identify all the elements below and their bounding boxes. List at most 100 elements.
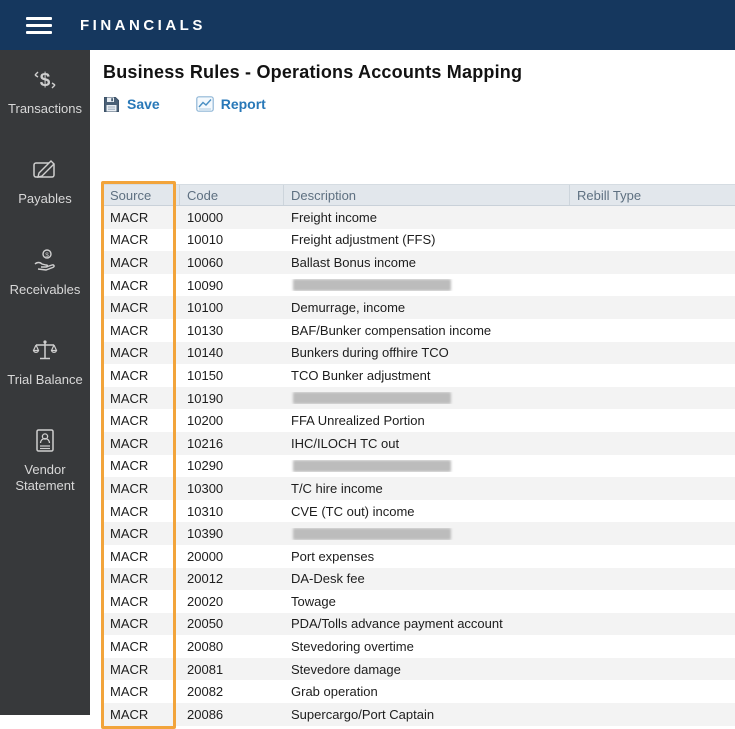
cell-source: MACR	[110, 548, 149, 564]
table-row[interactable]: MACR 10060 Ballast Bonus income	[103, 251, 735, 274]
sidebar-item-label: Transactions	[8, 101, 82, 116]
cell-description: Bunkers during offhire TCO	[291, 345, 449, 361]
transactions-dollar-icon: $	[30, 65, 60, 95]
table-row[interactable]: MACR 10100 Demurrage, income	[103, 296, 735, 319]
sidebar-nav: $ Transactions Payables $ Receivables Tr…	[0, 50, 90, 715]
redacted-value	[293, 459, 451, 472]
cell-source: MACR	[110, 526, 149, 542]
cell-source: MACR	[110, 571, 149, 587]
table-row[interactable]: MACR 20012 DA-Desk fee	[103, 567, 735, 591]
cell-description	[284, 527, 570, 540]
table-row[interactable]: MACR 20000 Port expenses	[103, 544, 735, 568]
accounts-mapping-table: Source Code Description Rebill Type MACR…	[101, 181, 735, 729]
cell-code: 10190	[187, 390, 224, 406]
table-row[interactable]: MACR 20050 PDA/Tolls advance payment acc…	[103, 612, 735, 636]
sidebar-item-payables[interactable]: Payables	[2, 155, 88, 207]
table-row[interactable]: MACR 20081 Stevedore damage	[103, 657, 735, 681]
sidebar-item-label: Receivables	[9, 281, 81, 297]
cell-source: MACR	[110, 706, 149, 722]
sidebar-item-transactions[interactable]: $ Transactions	[2, 65, 88, 117]
cell-description: Ballast Bonus income	[291, 254, 417, 270]
redacted-value	[293, 279, 451, 292]
cell-source: MACR	[110, 232, 149, 248]
cell-source: MACR	[110, 684, 149, 700]
cell-description: BAF/Bunker compensation income	[291, 322, 492, 338]
cell-source: MACR	[110, 413, 149, 429]
table-row[interactable]: MACR 10130 BAF/Bunker compensation incom…	[103, 318, 735, 342]
sidebar-item-trial-balance[interactable]: Trial Balance	[2, 336, 88, 388]
table-row[interactable]: MACR 10140 Bunkers during offhire TCO	[103, 341, 735, 365]
cell-description: DA-Desk fee	[291, 571, 365, 587]
cell-code: 10310	[187, 503, 224, 519]
cell-code: 20020	[187, 593, 224, 609]
cell-description: Supercargo/Port Captain	[291, 706, 435, 722]
cell-description: T/C hire income	[291, 480, 383, 496]
cell-description: Freight adjustment (FFS)	[291, 232, 436, 248]
save-button-label: Save	[127, 96, 160, 112]
save-button[interactable]: Save	[103, 96, 160, 113]
table-row[interactable]: MACR 10300 T/C hire income	[103, 477, 735, 500]
cell-code: 10000	[187, 209, 224, 225]
table-row[interactable]: MACR 10290	[103, 454, 735, 478]
cell-description: CVE (TC out) income	[291, 503, 415, 519]
cell-code: 20082	[187, 684, 224, 700]
cell-description: Port expenses	[291, 548, 375, 564]
sidebar-item-label: Vendor Statement	[15, 462, 75, 494]
cell-description	[284, 459, 570, 472]
column-header-source[interactable]: Source	[103, 185, 180, 205]
column-header-description[interactable]: Description	[284, 185, 570, 205]
cell-source: MACR	[110, 322, 149, 338]
cell-source: MACR	[110, 367, 149, 383]
table-row[interactable]: MACR 10000 Freight income	[103, 206, 735, 229]
cell-description: Demurrage, income	[291, 300, 406, 316]
cell-code: 20081	[187, 661, 224, 677]
main-content: Business Rules - Operations Accounts Map…	[90, 50, 735, 729]
cell-code: 10100	[187, 300, 224, 316]
toolbar: Save Report	[103, 93, 735, 115]
table-header-row: Source Code Description Rebill Type	[103, 184, 735, 206]
menu-hamburger-icon[interactable]	[26, 16, 52, 34]
report-button[interactable]: Report	[195, 96, 266, 112]
table-row[interactable]: MACR 20082 Grab operation	[103, 680, 735, 704]
table-row[interactable]: MACR 10216 IHC/ILOCH TC out	[103, 431, 735, 455]
cell-description: Towage	[291, 593, 336, 609]
cell-code: 10216	[187, 435, 224, 451]
column-header-rebill-type[interactable]: Rebill Type	[570, 185, 735, 205]
cell-source: MACR	[110, 661, 149, 677]
table-row[interactable]: MACR 10010 Freight adjustment (FFS)	[103, 228, 735, 252]
cell-code: 10200	[187, 413, 224, 429]
cell-description: Grab operation	[291, 684, 378, 700]
report-chart-icon	[195, 96, 214, 112]
cell-source: MACR	[110, 458, 149, 474]
cell-source: MACR	[110, 435, 149, 451]
table-row[interactable]: MACR 10390	[103, 522, 735, 545]
sidebar-item-receivables[interactable]: $ Receivables	[2, 246, 88, 298]
cell-description: TCO Bunker adjustment	[291, 367, 431, 383]
cell-source: MACR	[110, 503, 149, 519]
cell-description: Stevedore damage	[291, 661, 401, 677]
table-row[interactable]: MACR 10190	[103, 386, 735, 410]
cell-source: MACR	[110, 390, 149, 406]
cell-source: MACR	[110, 277, 149, 293]
redacted-value	[293, 392, 451, 405]
cell-code: 20000	[187, 548, 224, 564]
cell-description: IHC/ILOCH TC out	[291, 435, 400, 451]
column-header-code[interactable]: Code	[180, 185, 284, 205]
table-row[interactable]: MACR 10310 CVE (TC out) income	[103, 499, 735, 523]
report-button-label: Report	[220, 96, 266, 112]
vendor-statement-document-icon	[30, 426, 60, 456]
cell-description	[284, 279, 570, 292]
cell-code: 10290	[187, 458, 224, 474]
redacted-value	[293, 527, 451, 540]
table-row[interactable]: MACR 10090	[103, 273, 735, 297]
cell-code: 10300	[187, 480, 224, 496]
table-row[interactable]: MACR 20020 Towage	[103, 590, 735, 613]
sidebar-item-label: Trial Balance	[7, 371, 83, 387]
trial-balance-scale-icon	[30, 336, 60, 366]
table-body: MACR 10000 Freight income MACR 10010 Fre…	[103, 206, 735, 726]
table-row[interactable]: MACR 10200 FFA Unrealized Portion	[103, 409, 735, 432]
table-row[interactable]: MACR 10150 TCO Bunker adjustment	[103, 364, 735, 387]
sidebar-item-vendor-statement[interactable]: Vendor Statement	[2, 426, 88, 495]
table-row[interactable]: MACR 20086 Supercargo/Port Captain	[103, 703, 735, 726]
table-row[interactable]: MACR 20080 Stevedoring overtime	[103, 635, 735, 658]
